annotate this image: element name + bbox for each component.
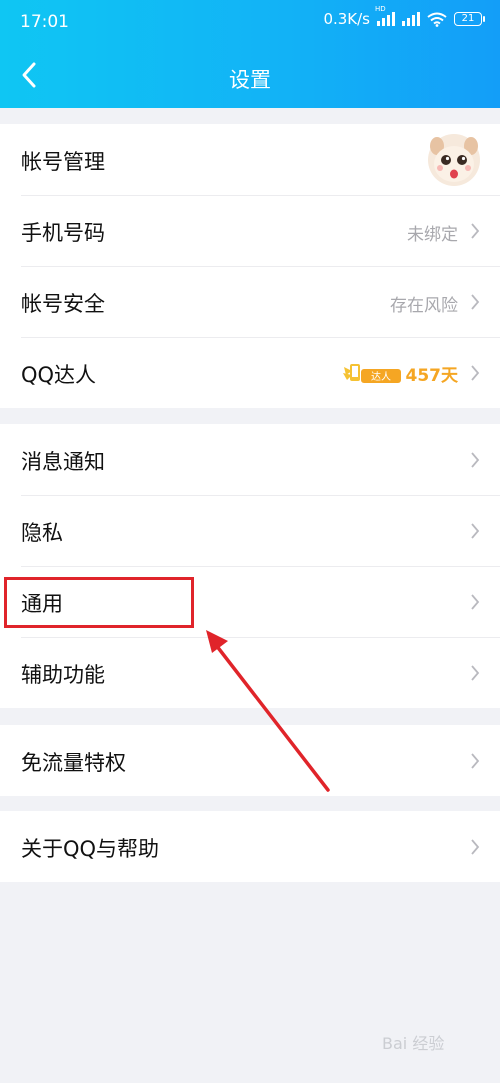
chevron-right-icon bbox=[471, 665, 480, 681]
row-phone-number[interactable]: 手机号码 未绑定 bbox=[0, 195, 500, 266]
row-label: 免流量特权 bbox=[21, 751, 126, 775]
settings-group-general: 消息通知 隐私 通用 辅助功能 bbox=[0, 424, 500, 708]
nav-bar: 设置 bbox=[0, 44, 500, 108]
row-label: 帐号安全 bbox=[21, 292, 105, 316]
row-account-management[interactable]: 帐号管理 bbox=[0, 124, 500, 195]
badge-text: 达人 bbox=[371, 371, 391, 383]
row-label: 关于QQ与帮助 bbox=[21, 837, 160, 861]
chevron-right-icon bbox=[471, 523, 480, 539]
qq-expert-badge-icon: 达人 bbox=[343, 364, 401, 383]
chevron-right-icon bbox=[471, 294, 480, 310]
row-label: QQ达人 bbox=[21, 363, 97, 387]
row-accessibility[interactable]: 辅助功能 bbox=[0, 637, 500, 708]
chevron-right-icon bbox=[471, 839, 480, 855]
expert-days: 457天 bbox=[405, 366, 459, 386]
row-value: 存在风险 bbox=[390, 296, 458, 316]
row-label: 辅助功能 bbox=[21, 663, 105, 687]
row-notifications[interactable]: 消息通知 bbox=[0, 424, 500, 495]
settings-group-about: 关于QQ与帮助 bbox=[0, 811, 500, 882]
annotation-highlight-box bbox=[4, 577, 194, 628]
row-free-data-privilege[interactable]: 免流量特权 bbox=[0, 725, 500, 796]
hd-label: HD bbox=[375, 5, 386, 13]
app-header: 17:01 0.3K/s HD 21 设置 bbox=[0, 0, 500, 108]
row-qq-expert[interactable]: QQ达人 达人 457天 bbox=[0, 337, 500, 408]
net-speed: 0.3K/s bbox=[323, 10, 370, 28]
battery-icon: 21 bbox=[454, 12, 485, 26]
chevron-right-icon bbox=[471, 594, 480, 610]
cell-signal-icon bbox=[402, 12, 420, 26]
status-bar: 17:01 0.3K/s HD 21 bbox=[0, 0, 500, 44]
wifi-icon bbox=[427, 12, 447, 27]
status-icons: 0.3K/s HD 21 bbox=[323, 5, 485, 28]
row-about-qq-help[interactable]: 关于QQ与帮助 bbox=[0, 811, 500, 882]
settings-group-data-plan: 免流量特权 bbox=[0, 725, 500, 796]
row-label: 隐私 bbox=[21, 521, 63, 545]
avatar[interactable] bbox=[428, 134, 480, 186]
page-title: 设置 bbox=[229, 68, 271, 92]
chevron-right-icon bbox=[471, 223, 480, 239]
row-account-security[interactable]: 帐号安全 存在风险 bbox=[0, 266, 500, 337]
status-time: 17:01 bbox=[20, 12, 69, 32]
row-label: 帐号管理 bbox=[21, 150, 105, 174]
cell-signal-hd-icon: HD bbox=[375, 5, 395, 26]
chevron-right-icon bbox=[471, 753, 480, 769]
chevron-right-icon bbox=[471, 365, 480, 381]
chevron-right-icon bbox=[471, 452, 480, 468]
row-label: 手机号码 bbox=[21, 221, 105, 245]
row-value: 未绑定 bbox=[407, 225, 458, 245]
settings-group-account: 帐号管理 手机号码 未绑定 帐号安全 存在风险 QQ达人 达人 457天 bbox=[0, 124, 500, 408]
row-label: 消息通知 bbox=[21, 450, 105, 474]
row-privacy[interactable]: 隐私 bbox=[0, 495, 500, 566]
watermark: Bai 经验 bbox=[382, 1034, 445, 1053]
